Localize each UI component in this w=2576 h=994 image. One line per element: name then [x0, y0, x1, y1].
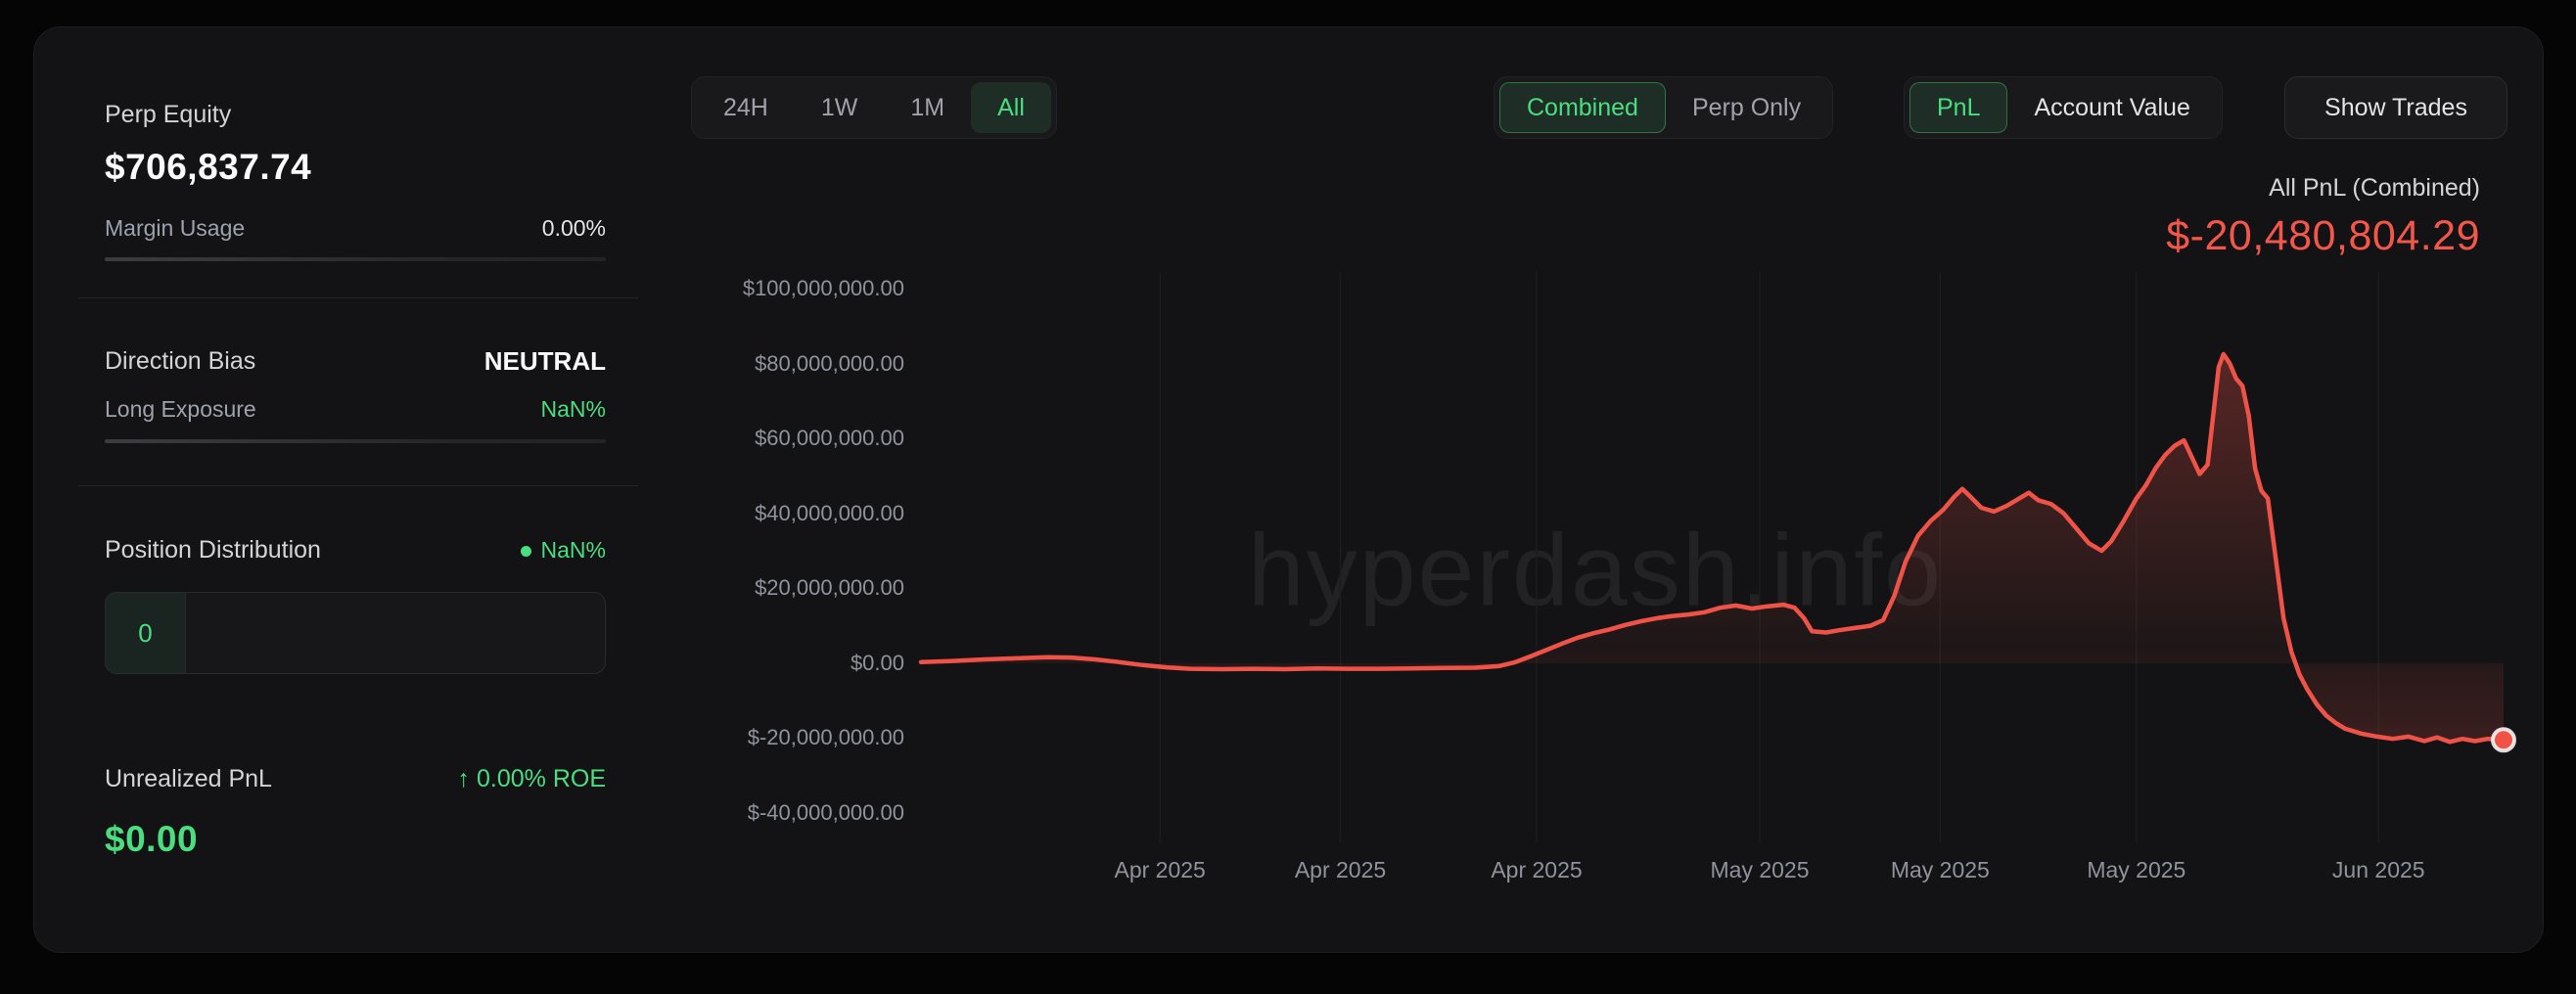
- position-distribution-value: NaN%: [521, 537, 606, 564]
- unrealized-pnl-value: $0.00: [105, 819, 198, 860]
- dashboard-card: Perp Equity $706,837.74 Margin Usage 0.0…: [33, 26, 2544, 953]
- range-1w-button[interactable]: 1W: [795, 82, 885, 133]
- position-distribution-label: Position Distribution: [105, 536, 321, 565]
- chart-title: All PnL (Combined): [2166, 174, 2480, 203]
- unrealized-pnl-label: Unrealized PnL: [105, 765, 272, 793]
- show-trades-button[interactable]: Show Trades: [2284, 76, 2507, 139]
- pnl-chart[interactable]: [921, 272, 2504, 842]
- direction-bias-value: NEUTRAL: [484, 346, 606, 377]
- range-all-button[interactable]: All: [971, 82, 1051, 133]
- y-axis-tick-label: $0.00: [851, 650, 904, 677]
- x-axis-labels: Apr 2025 Apr 2025 Apr 2025 May 2025 May 2025…: [921, 857, 2504, 888]
- range-24h-button[interactable]: 24H: [697, 82, 795, 133]
- combined-toggle-button[interactable]: Combined: [1499, 82, 1666, 133]
- y-axis-tick-label: $40,000,000.00: [755, 500, 904, 527]
- x-axis-tick-label: Jun 2025: [2332, 857, 2425, 883]
- margin-usage-value: 0.00%: [542, 215, 606, 242]
- divider: [78, 297, 638, 298]
- range-1m-button[interactable]: 1M: [884, 82, 971, 133]
- divider: [78, 485, 638, 486]
- perp-equity-label: Perp Equity: [105, 101, 231, 129]
- metric-toggle-group: PnL Account Value: [1904, 76, 2223, 139]
- margin-usage-bar: [105, 257, 606, 261]
- x-axis-tick-label: Apr 2025: [1491, 857, 1582, 883]
- pnl-area-fill: [921, 354, 2504, 742]
- x-axis-tick-label: May 2025: [1710, 857, 1809, 883]
- x-axis-tick-label: Apr 2025: [1295, 857, 1386, 883]
- y-axis-tick-label: $60,000,000.00: [755, 425, 904, 452]
- long-exposure-bar: [105, 439, 606, 443]
- source-toggle-group: Combined Perp Only: [1494, 76, 1833, 139]
- long-exposure-value: NaN%: [541, 396, 606, 423]
- perp-equity-value: $706,837.74: [105, 147, 311, 188]
- green-dot-icon: [521, 546, 531, 557]
- perp-only-toggle-button[interactable]: Perp Only: [1666, 82, 1827, 133]
- y-axis-tick-label: $20,000,000.00: [755, 574, 904, 602]
- chart-header: All PnL (Combined) $-20,480,804.29: [2166, 174, 2480, 260]
- direction-bias-label: Direction Bias: [105, 347, 255, 376]
- arrow-up-icon: ↑: [458, 765, 471, 792]
- margin-usage-label: Margin Usage: [105, 215, 245, 242]
- y-axis-labels: $100,000,000.00 $80,000,000.00 $60,000,000…: [699, 272, 904, 842]
- x-axis-tick-label: May 2025: [1891, 857, 1990, 883]
- y-axis-tick-label: $80,000,000.00: [755, 350, 904, 378]
- distribution-segment: 0: [106, 593, 186, 673]
- pnl-chart-svg[interactable]: [921, 272, 2504, 842]
- x-axis-tick-label: May 2025: [2087, 857, 2185, 883]
- x-axis-tick-label: Apr 2025: [1114, 857, 1205, 883]
- y-axis-tick-label: $-40,000,000.00: [748, 799, 904, 827]
- pnl-toggle-button[interactable]: PnL: [1909, 82, 2007, 133]
- time-range-group: 24H 1W 1M All: [691, 76, 1057, 139]
- y-axis-tick-label: $100,000,000.00: [743, 275, 904, 302]
- account-value-toggle-button[interactable]: Account Value: [2007, 82, 2216, 133]
- y-axis-tick-label: $-20,000,000.00: [748, 724, 904, 751]
- last-point-marker: [2493, 729, 2514, 750]
- long-exposure-label: Long Exposure: [105, 396, 256, 423]
- position-distribution-box: 0: [105, 592, 606, 674]
- unrealized-roe: ↑ 0.00% ROE: [458, 765, 606, 793]
- chart-total-pnl-value: $-20,480,804.29: [2166, 212, 2480, 260]
